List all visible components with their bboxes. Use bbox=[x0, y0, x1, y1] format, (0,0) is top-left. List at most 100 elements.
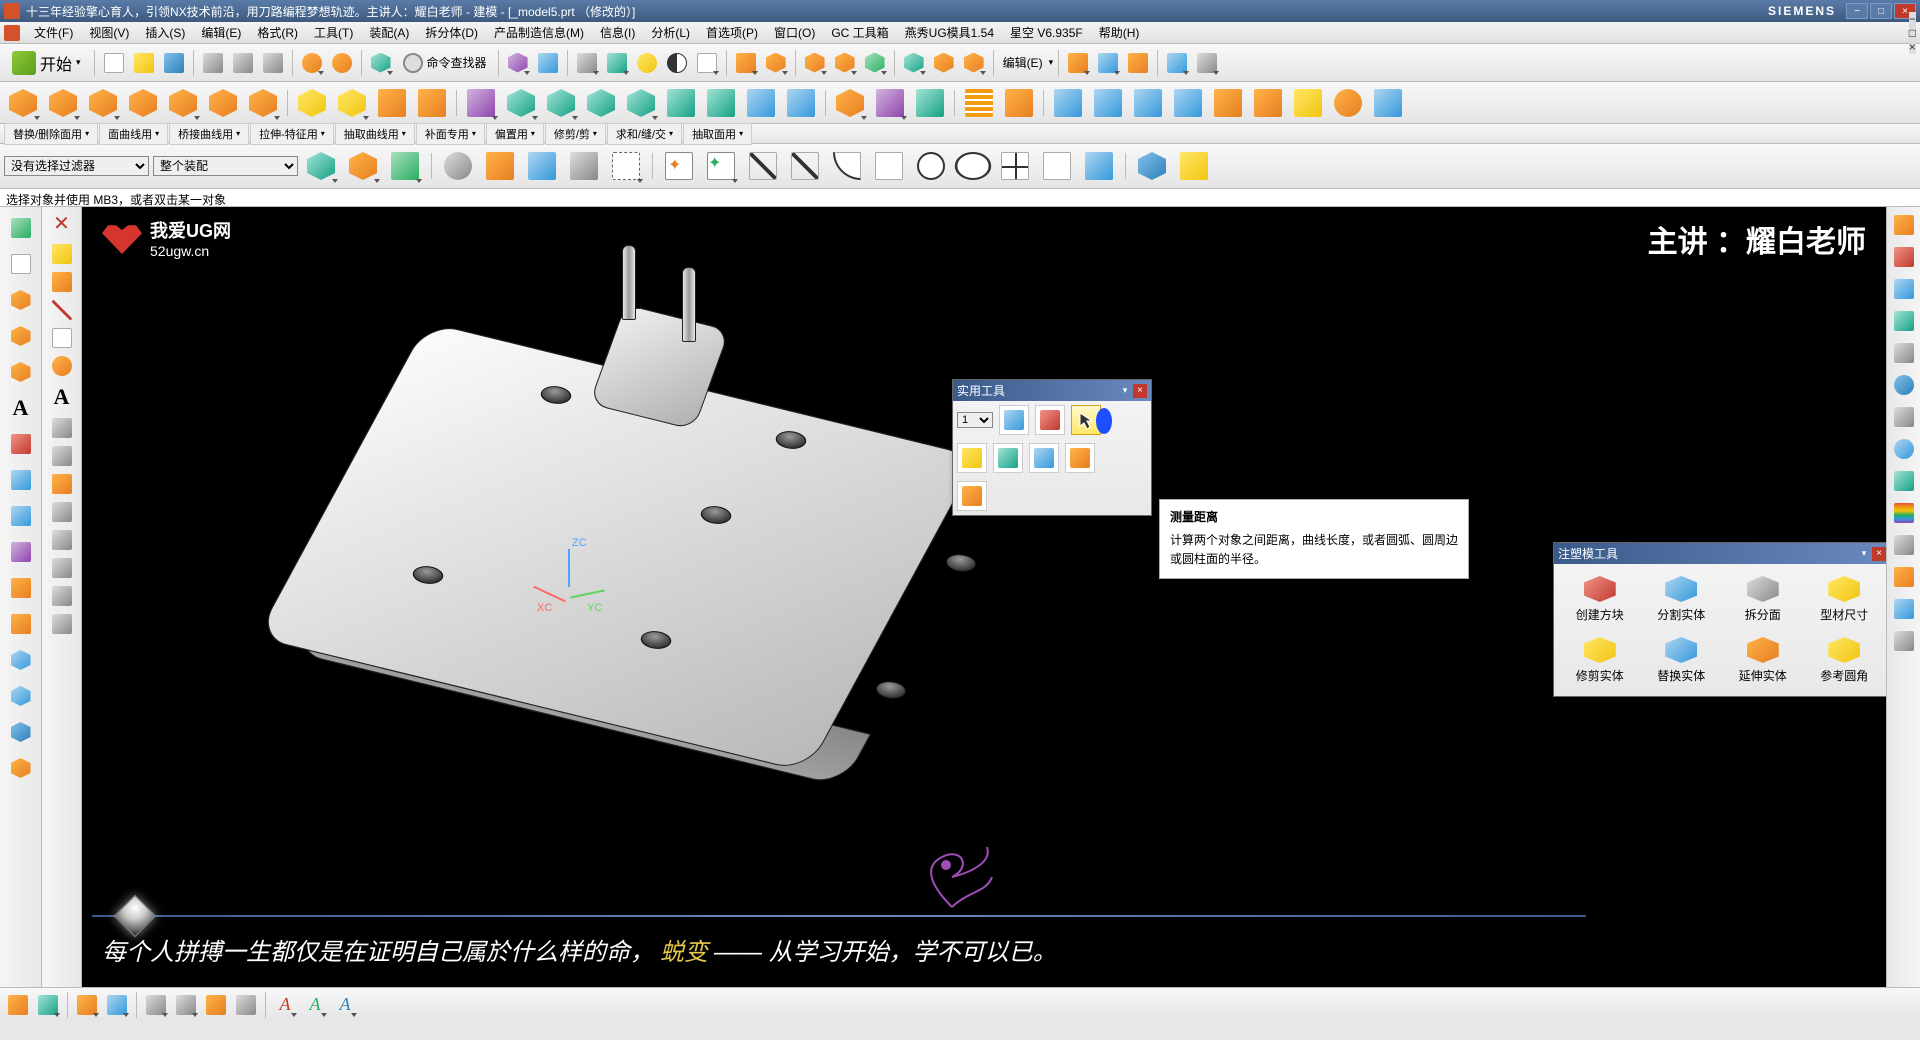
snap-line[interactable] bbox=[744, 147, 782, 185]
lr1-text[interactable]: A bbox=[4, 391, 38, 425]
mold-panel-menu[interactable]: ▾ bbox=[1858, 548, 1870, 559]
tb-btn-d2[interactable] bbox=[831, 49, 859, 77]
menu-tools[interactable]: 工具(T) bbox=[306, 22, 361, 43]
rr-9[interactable] bbox=[1890, 467, 1918, 495]
lr2-8[interactable] bbox=[52, 446, 72, 466]
tb2-18[interactable] bbox=[702, 84, 740, 122]
rr-13[interactable] bbox=[1890, 595, 1918, 623]
tb2-3[interactable] bbox=[84, 84, 122, 122]
rr-11[interactable] bbox=[1890, 531, 1918, 559]
tb-btn-g1[interactable] bbox=[1163, 49, 1191, 77]
fb-5[interactable] bbox=[481, 147, 519, 185]
bb-8[interactable] bbox=[232, 991, 260, 1019]
copy-button[interactable] bbox=[229, 49, 257, 77]
lr2-10[interactable] bbox=[52, 502, 72, 522]
lr2-13[interactable] bbox=[52, 586, 72, 606]
tb2-grid1[interactable] bbox=[960, 84, 998, 122]
tb2-8[interactable] bbox=[293, 84, 331, 122]
rr-10[interactable] bbox=[1890, 499, 1918, 527]
tb2-22[interactable] bbox=[871, 84, 909, 122]
bb-11[interactable]: A bbox=[331, 991, 359, 1019]
snap-circ[interactable] bbox=[912, 147, 950, 185]
menu-help[interactable]: 帮助(H) bbox=[1091, 22, 1148, 43]
menu-info[interactable]: 信息(I) bbox=[592, 22, 643, 43]
subtab-3[interactable]: 桥接曲线用▾ bbox=[169, 123, 249, 145]
lr1-15[interactable] bbox=[4, 751, 38, 785]
3d-viewport[interactable]: 我爱UG网 52ugw.cn 主讲 ：耀白老师 ZC XC YC bbox=[82, 207, 1886, 987]
lr1-4[interactable] bbox=[4, 319, 38, 353]
subtab-1[interactable]: 替换/删除面用▾ bbox=[4, 123, 98, 145]
bb-4[interactable] bbox=[103, 991, 131, 1019]
mold-item-0[interactable]: 创建方块 bbox=[1562, 572, 1638, 627]
menu-preference[interactable]: 首选项(P) bbox=[698, 22, 766, 43]
tb2-27[interactable] bbox=[1169, 84, 1207, 122]
snap-2[interactable]: ✦ bbox=[702, 147, 740, 185]
command-finder[interactable]: 命令查找器 bbox=[397, 51, 493, 75]
rr-5[interactable] bbox=[1890, 339, 1918, 367]
shade-button[interactable] bbox=[573, 49, 601, 77]
fb-assy[interactable] bbox=[1133, 147, 1171, 185]
lr1-9[interactable] bbox=[4, 535, 38, 569]
bb-5[interactable] bbox=[142, 991, 170, 1019]
lr2-14[interactable] bbox=[52, 614, 72, 634]
subtab-7[interactable]: 偏置用▾ bbox=[486, 123, 544, 145]
fb-3[interactable] bbox=[386, 147, 424, 185]
edit-dropdown-label[interactable]: 编辑(E) bbox=[999, 54, 1047, 71]
util-btn-1[interactable] bbox=[999, 405, 1029, 435]
tb2-9[interactable] bbox=[333, 84, 371, 122]
tb2-7[interactable] bbox=[244, 84, 282, 122]
lr1-5[interactable] bbox=[4, 355, 38, 389]
minimize-button[interactable]: − bbox=[1846, 3, 1868, 19]
half-shade-button[interactable] bbox=[663, 49, 691, 77]
tb2-2[interactable] bbox=[44, 84, 82, 122]
util-btn-7[interactable] bbox=[957, 481, 987, 511]
menu-view[interactable]: 视图(V) bbox=[81, 22, 137, 43]
lr2-9[interactable] bbox=[52, 474, 72, 494]
tb2-1[interactable] bbox=[4, 84, 42, 122]
fb-6[interactable] bbox=[523, 147, 561, 185]
subtab-5[interactable]: 抽取曲线用▾ bbox=[335, 123, 415, 145]
mold-item-5[interactable]: 替换实体 bbox=[1644, 633, 1720, 688]
utility-panel-close[interactable]: × bbox=[1133, 384, 1147, 398]
bb-6[interactable] bbox=[172, 991, 200, 1019]
tb2-25[interactable] bbox=[1089, 84, 1127, 122]
tb2-20[interactable] bbox=[782, 84, 820, 122]
subtab-9[interactable]: 求和/缝/交▾ bbox=[607, 123, 682, 145]
lr2-4[interactable] bbox=[52, 300, 72, 320]
menu-window[interactable]: 窗口(O) bbox=[766, 22, 823, 43]
tb2-32[interactable] bbox=[1369, 84, 1407, 122]
lr2-6[interactable] bbox=[52, 356, 72, 376]
util-btn-6[interactable] bbox=[1065, 443, 1095, 473]
undo-button[interactable] bbox=[298, 49, 326, 77]
open-file-button[interactable] bbox=[130, 49, 158, 77]
lr2-12[interactable] bbox=[52, 558, 72, 578]
menu-hx[interactable]: 燕秀UG模具1.54 bbox=[897, 22, 1002, 43]
menu-file[interactable]: 文件(F) bbox=[26, 22, 81, 43]
rr-7[interactable] bbox=[1890, 403, 1918, 431]
snap-perp[interactable] bbox=[1038, 147, 1076, 185]
menu-analysis[interactable]: 分析(L) bbox=[643, 22, 698, 43]
util-btn-3[interactable] bbox=[957, 443, 987, 473]
menu-gc[interactable]: GC 工具箱 bbox=[823, 22, 896, 43]
tb2-17[interactable] bbox=[662, 84, 700, 122]
mold-item-3[interactable]: 型材尺寸 bbox=[1807, 572, 1883, 627]
lr2-3[interactable] bbox=[52, 272, 72, 292]
true-shade-button[interactable] bbox=[633, 49, 661, 77]
mold-tools-panel[interactable]: 注塑模工具 ▾ × 创建方块分割实体拆分面型材尺寸修剪实体替换实体延伸实体参考圆… bbox=[1553, 542, 1886, 697]
lr1-13[interactable] bbox=[4, 679, 38, 713]
measure-distance-button[interactable] bbox=[1071, 405, 1101, 435]
lr2-2[interactable] bbox=[52, 244, 72, 264]
tb2-28[interactable] bbox=[1209, 84, 1247, 122]
lr1-14[interactable] bbox=[4, 715, 38, 749]
tb2-31[interactable] bbox=[1329, 84, 1367, 122]
tb-btn-e2[interactable] bbox=[930, 49, 958, 77]
lr1-7[interactable] bbox=[4, 463, 38, 497]
tb-btn-e1[interactable] bbox=[900, 49, 928, 77]
tb2-13[interactable] bbox=[502, 84, 540, 122]
tb-btn-b2[interactable] bbox=[534, 49, 562, 77]
tb2-5[interactable] bbox=[164, 84, 202, 122]
tb2-26[interactable] bbox=[1129, 84, 1167, 122]
tb-btn-e3[interactable] bbox=[960, 49, 988, 77]
rr-8[interactable] bbox=[1890, 435, 1918, 463]
lr2-11[interactable] bbox=[52, 530, 72, 550]
